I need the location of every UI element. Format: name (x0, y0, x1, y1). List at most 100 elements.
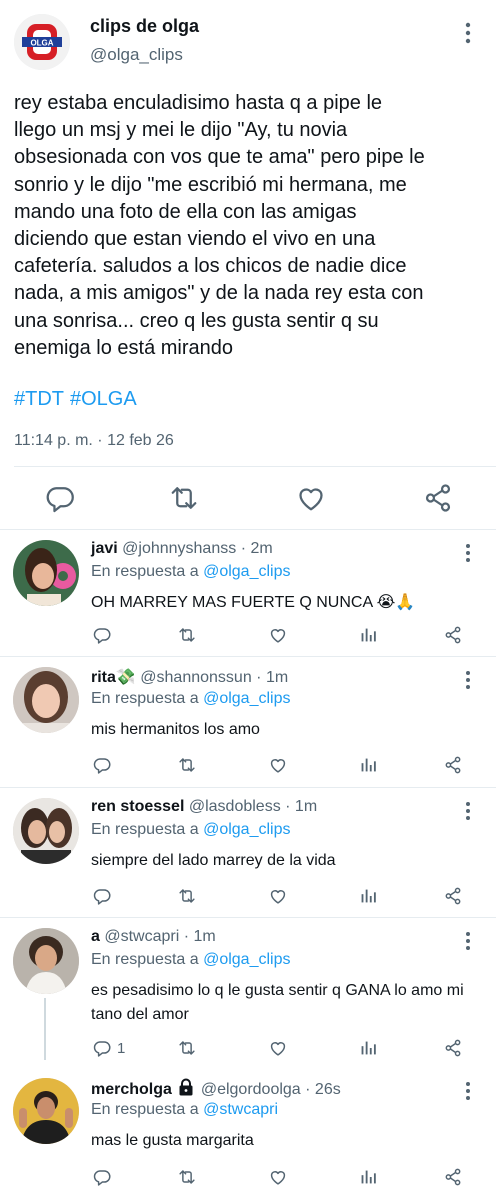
hashtag-link[interactable]: #OLGA (70, 388, 137, 410)
retweet-icon[interactable] (176, 753, 198, 777)
hashtag-link[interactable]: #TDT (14, 388, 64, 410)
main-tweet: OLGA clips de olga @olga_clips rey estab… (0, 0, 496, 530)
lock-icon (178, 1078, 194, 1096)
user-handle[interactable]: @johnnyshanss (122, 540, 236, 557)
reply-context-label: En respuesta a (91, 563, 204, 580)
tweet-timestamp: 11:14 p. m. · 12 feb 26 (14, 432, 174, 449)
like-icon[interactable] (267, 623, 289, 647)
retweet-icon[interactable] (166, 480, 202, 516)
display-name[interactable]: javi (91, 540, 118, 557)
avatar[interactable] (13, 928, 79, 994)
author-avatar[interactable]: OLGA (14, 14, 70, 70)
like-icon[interactable] (293, 480, 329, 516)
avatar-logo-text: OLGA (30, 39, 53, 48)
avatar[interactable] (13, 540, 79, 606)
reply-context: En respuesta a @olga_clips (91, 951, 290, 969)
reply-icon[interactable] (91, 753, 117, 777)
like-icon[interactable] (267, 884, 289, 908)
user-handle[interactable]: @lasdobless (189, 798, 281, 815)
author-handle[interactable]: @olga_clips (90, 45, 183, 65)
more-icon[interactable] (458, 20, 478, 46)
tweet-actions (0, 480, 496, 516)
reply-context-label: En respuesta a (91, 690, 204, 707)
avatar[interactable] (13, 667, 79, 733)
reply-icon[interactable] (91, 884, 117, 908)
like-icon[interactable] (267, 1165, 289, 1189)
author-name[interactable]: clips de olga (90, 16, 199, 37)
reply-count: 1 (117, 1039, 126, 1057)
reply-item[interactable]: ren stoessel @lasdobless · 1m En respues… (0, 788, 496, 917)
stats-icon[interactable] (357, 623, 379, 647)
display-name[interactable]: rita💸 (91, 669, 136, 686)
retweet-icon[interactable] (176, 1165, 198, 1189)
reply-context-label: En respuesta a (91, 821, 204, 838)
reply-time: · 1m (285, 798, 318, 815)
retweet-icon[interactable] (176, 884, 198, 908)
stats-icon[interactable] (357, 753, 379, 777)
reply-actions (91, 1165, 481, 1189)
divider (14, 466, 496, 467)
more-icon[interactable] (458, 800, 478, 822)
reply-header: rita💸 @shannonssun · 1m (91, 667, 288, 687)
thread-line (44, 998, 46, 1060)
mention-link[interactable]: @stwcapri (203, 1101, 278, 1118)
share-icon[interactable] (442, 1165, 464, 1189)
reply-icon[interactable]: 1 (91, 1036, 125, 1060)
more-icon[interactable] (458, 1080, 478, 1102)
share-icon[interactable] (442, 753, 464, 777)
reply-icon[interactable] (91, 623, 117, 647)
reply-context: En respuesta a @olga_clips (91, 821, 290, 839)
share-icon[interactable] (442, 884, 464, 908)
reply-time: · 2m (240, 540, 273, 557)
more-icon[interactable] (458, 930, 478, 952)
reply-time: · 26s (305, 1081, 341, 1098)
reply-icon[interactable] (42, 480, 78, 516)
reply-actions: 1 (91, 1036, 481, 1060)
user-handle[interactable]: @stwcapri (104, 928, 179, 945)
reply-text: OH MARREY MAS FUERTE Q NUNCA 😭🙏 (91, 594, 416, 611)
stats-icon[interactable] (357, 1036, 379, 1060)
retweet-icon[interactable] (176, 1036, 198, 1060)
reply-context-label: En respuesta a (91, 1101, 204, 1118)
reply-icon[interactable] (91, 1165, 117, 1189)
share-icon[interactable] (420, 480, 456, 516)
like-icon[interactable] (267, 753, 289, 777)
avatar[interactable] (13, 1078, 79, 1144)
share-icon[interactable] (442, 623, 464, 647)
mention-link[interactable]: @olga_clips (203, 563, 290, 580)
mention-link[interactable]: @olga_clips (203, 821, 290, 838)
mention-link[interactable]: @olga_clips (203, 951, 290, 968)
reply-item[interactable]: mercholga @elgordoolga · 26s En respuest… (0, 1068, 496, 1199)
display-name[interactable]: ren stoessel (91, 798, 184, 815)
share-icon[interactable] (442, 1036, 464, 1060)
reply-text: es pesadisimo lo q le gusta sentir q GAN… (91, 982, 464, 1023)
reply-text: mas le gusta margarita (91, 1132, 254, 1149)
display-name[interactable]: a (91, 928, 100, 945)
like-icon[interactable] (267, 1036, 289, 1060)
reply-header: a @stwcapri · 1m (91, 928, 216, 946)
reply-context: En respuesta a @olga_clips (91, 563, 290, 581)
tweet-text: rey estaba enculadisimo hasta q a pipe l… (14, 92, 425, 359)
reply-text: mis hermanitos los amo (91, 721, 260, 738)
reply-item[interactable]: a @stwcapri · 1m En respuesta a @olga_cl… (0, 918, 496, 1068)
reply-header: mercholga @elgordoolga · 26s (91, 1078, 341, 1099)
user-handle[interactable]: @shannonssun (140, 669, 251, 686)
tweet-hashtags: #TDT #OLGA (14, 388, 143, 411)
mention-link[interactable]: @olga_clips (203, 690, 290, 707)
reply-actions (91, 884, 481, 908)
reply-actions (91, 623, 481, 647)
more-icon[interactable] (458, 669, 478, 691)
reply-item[interactable]: javi @johnnyshanss · 2m En respuesta a @… (0, 530, 496, 656)
reply-item[interactable]: rita💸 @shannonssun · 1m En respuesta a @… (0, 657, 496, 787)
reply-context: En respuesta a @olga_clips (91, 690, 290, 708)
display-name[interactable]: mercholga (91, 1081, 172, 1098)
user-handle[interactable]: @elgordoolga (201, 1081, 301, 1098)
reply-header: javi @johnnyshanss · 2m (91, 540, 273, 558)
retweet-icon[interactable] (176, 623, 198, 647)
more-icon[interactable] (458, 542, 478, 564)
reply-time: · 1m (183, 928, 216, 945)
stats-icon[interactable] (357, 1165, 379, 1189)
reply-time: · 1m (256, 669, 289, 686)
avatar[interactable] (13, 798, 79, 864)
stats-icon[interactable] (357, 884, 379, 908)
